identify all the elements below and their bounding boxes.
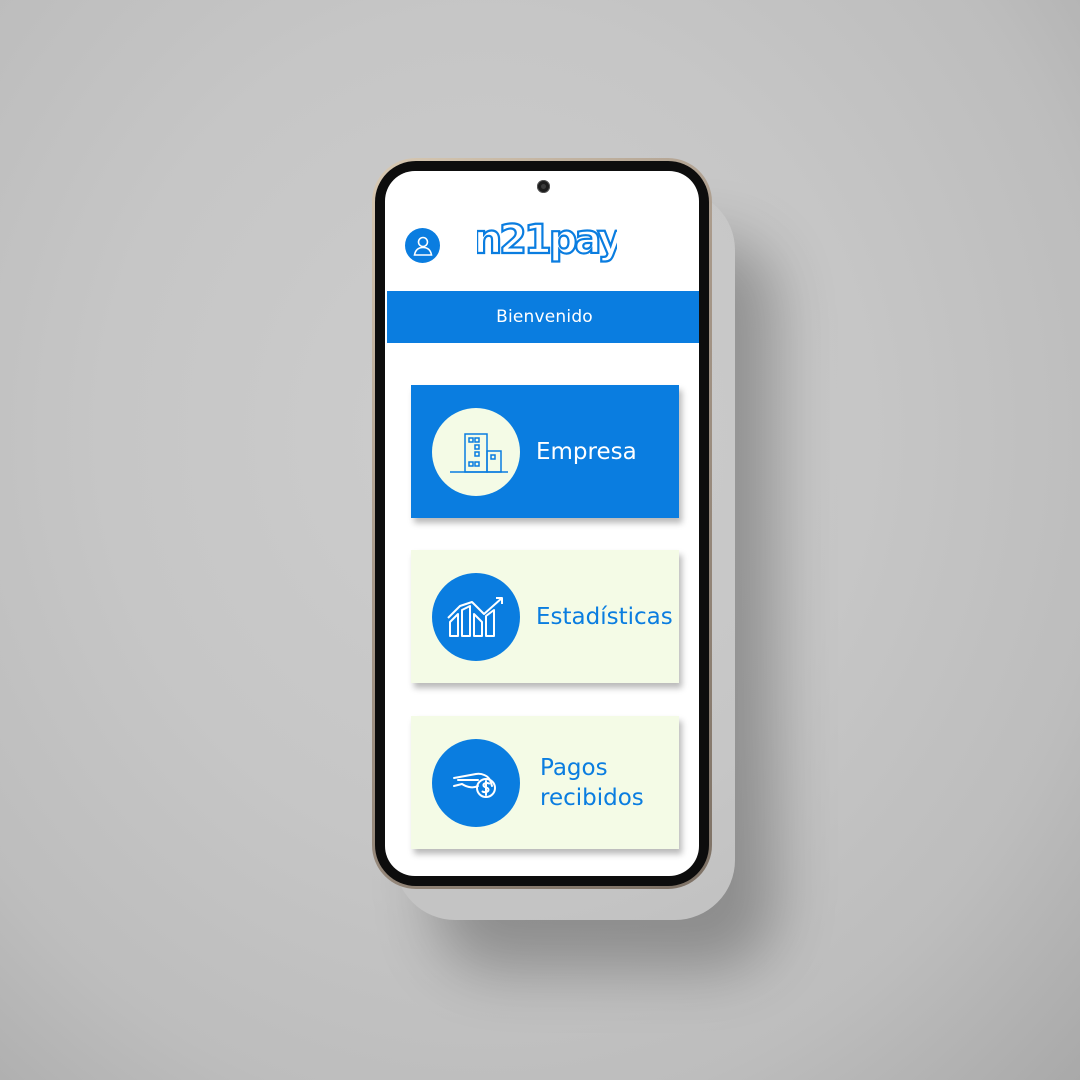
user-icon [413,236,432,256]
welcome-text: Bienvenido [496,307,593,327]
chart-icon [447,596,503,637]
pagos-icon-circle [432,738,520,827]
welcome-banner: Bienvenido [387,291,699,343]
building-icon [450,432,508,473]
brand-logo: n21pay [477,217,617,264]
profile-button[interactable] [405,228,440,263]
menu-card-pagos-recibidos[interactable]: Pagos recibidos [411,716,679,849]
svg-text:n21pay: n21pay [477,217,617,263]
menu-card-estadisticas[interactable]: Estadísticas [411,550,679,683]
estadisticas-icon-circle [432,572,520,661]
menu-label-empresa: Empresa [536,438,637,465]
front-camera [537,180,550,193]
app-screen: n21pay Bienvenido Empresa Estadísticas P… [385,171,699,876]
empresa-icon-circle [432,407,520,496]
phone-frame: n21pay Bienvenido Empresa Estadísticas P… [372,158,712,889]
menu-label-estadisticas: Estadísticas [536,603,673,630]
menu-card-empresa[interactable]: Empresa [411,385,679,518]
menu-label-pagos-recibidos: Pagos recibidos [540,754,644,811]
payment-hand-icon [453,772,496,798]
phone-bezel: n21pay Bienvenido Empresa Estadísticas P… [375,161,709,886]
